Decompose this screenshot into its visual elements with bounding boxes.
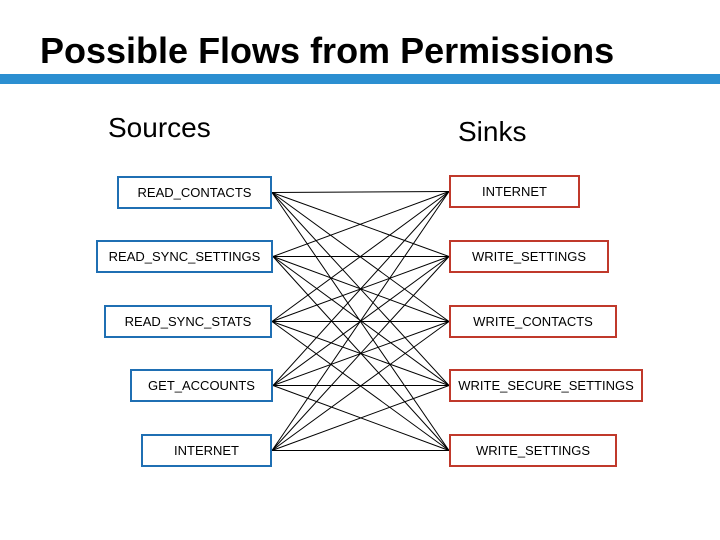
sink-label: INTERNET (482, 184, 547, 199)
source-box: READ_CONTACTS (117, 176, 272, 209)
source-label: GET_ACCOUNTS (148, 378, 255, 393)
source-label: READ_SYNC_SETTINGS (109, 249, 261, 264)
sink-box: WRITE_SETTINGS (449, 434, 617, 467)
sink-box: WRITE_SETTINGS (449, 240, 609, 273)
sink-label: WRITE_SECURE_SETTINGS (458, 378, 634, 393)
source-box: INTERNET (141, 434, 272, 467)
sink-label: WRITE_CONTACTS (473, 314, 593, 329)
title-accent-band (0, 74, 720, 84)
source-label: READ_CONTACTS (138, 185, 252, 200)
slide: Possible Flows from Permissions Sources … (0, 0, 720, 540)
sink-label: WRITE_SETTINGS (476, 443, 590, 458)
sink-box: WRITE_SECURE_SETTINGS (449, 369, 643, 402)
heading-sinks: Sinks (458, 116, 526, 148)
source-box: GET_ACCOUNTS (130, 369, 273, 402)
source-box: READ_SYNC_STATS (104, 305, 272, 338)
sink-label: WRITE_SETTINGS (472, 249, 586, 264)
source-label: INTERNET (174, 443, 239, 458)
heading-sources: Sources (108, 112, 211, 144)
sink-box: WRITE_CONTACTS (449, 305, 617, 338)
sink-box: INTERNET (449, 175, 580, 208)
source-label: READ_SYNC_STATS (125, 314, 252, 329)
slide-title: Possible Flows from Permissions (40, 30, 614, 72)
source-box: READ_SYNC_SETTINGS (96, 240, 273, 273)
